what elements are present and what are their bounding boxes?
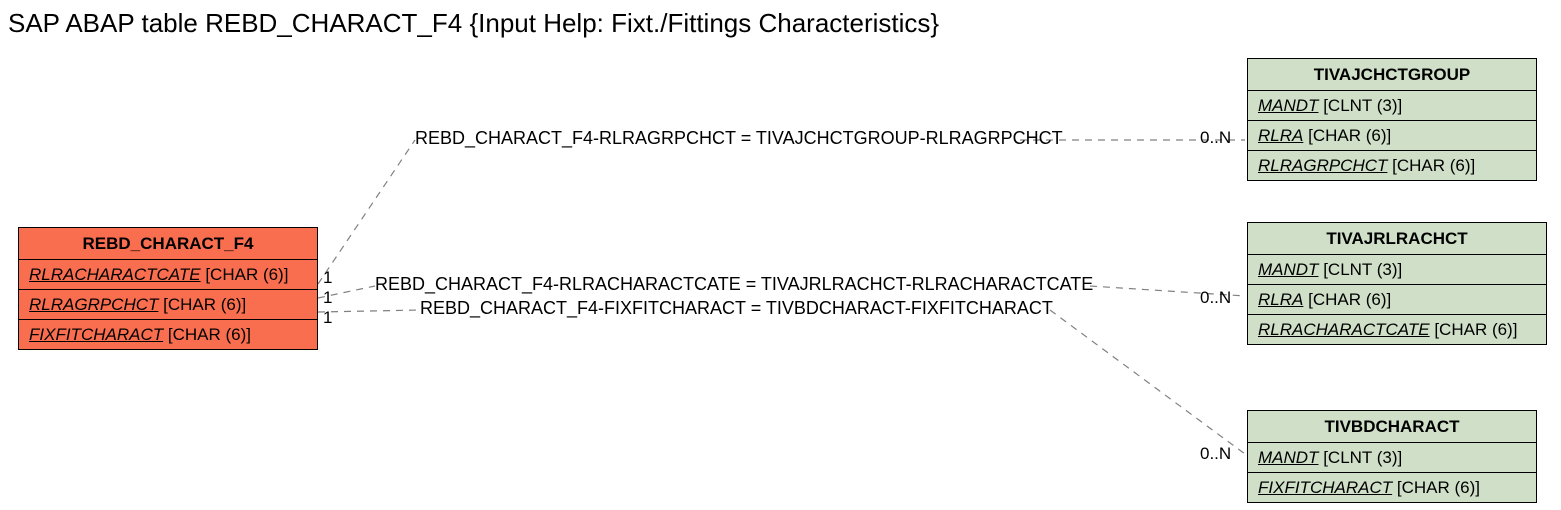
field-type: [CHAR (6)] — [1397, 478, 1480, 497]
cardinality-right: 0..N — [1200, 444, 1231, 464]
field-name: FIXFITCHARACT — [1258, 478, 1392, 497]
entity-field: FIXFITCHARACT [CHAR (6)] — [19, 320, 317, 349]
field-type: [CLNT (3)] — [1323, 260, 1402, 279]
entity-field: MANDT [CLNT (3)] — [1248, 91, 1536, 121]
entity-tivbdcharact: TIVBDCHARACT MANDT [CLNT (3)] FIXFITCHAR… — [1247, 410, 1537, 503]
entity-header: TIVAJRLRACHCT — [1248, 223, 1546, 255]
entity-header: REBD_CHARACT_F4 — [19, 228, 317, 260]
field-type: [CLNT (3)] — [1323, 96, 1402, 115]
entity-field: RLRACHARACTCATE [CHAR (6)] — [19, 260, 317, 290]
field-type: [CHAR (6)] — [163, 295, 246, 314]
entity-field: RLRA [CHAR (6)] — [1248, 121, 1536, 151]
entity-field: MANDT [CLNT (3)] — [1248, 255, 1546, 285]
field-type: [CHAR (6)] — [168, 325, 251, 344]
diagram-canvas: SAP ABAP table REBD_CHARACT_F4 {Input He… — [0, 0, 1561, 510]
field-name: RLRAGRPCHCT — [29, 295, 158, 314]
field-name: MANDT — [1258, 96, 1318, 115]
field-type: [CHAR (6)] — [1308, 290, 1391, 309]
cardinality-right: 0..N — [1200, 128, 1231, 148]
field-name: RLRACHARACTCATE — [29, 265, 201, 284]
field-type: [CLNT (3)] — [1323, 448, 1402, 467]
relation-label: REBD_CHARACT_F4-RLRAGRPCHCT = TIVAJCHCTG… — [415, 128, 1063, 149]
field-name: RLRA — [1258, 290, 1303, 309]
relation-label: REBD_CHARACT_F4-FIXFITCHARACT = TIVBDCHA… — [420, 298, 1053, 319]
cardinality-left: 1 — [323, 268, 332, 288]
page-title: SAP ABAP table REBD_CHARACT_F4 {Input He… — [8, 8, 939, 39]
entity-header: TIVBDCHARACT — [1248, 411, 1536, 443]
field-name: FIXFITCHARACT — [29, 325, 163, 344]
field-type: [CHAR (6)] — [1308, 126, 1391, 145]
field-type: [CHAR (6)] — [1434, 320, 1517, 339]
entity-field: RLRACHARACTCATE [CHAR (6)] — [1248, 315, 1546, 344]
entity-field: RLRAGRPCHCT [CHAR (6)] — [1248, 151, 1536, 180]
cardinality-left: 1 — [323, 308, 332, 328]
field-name: MANDT — [1258, 448, 1318, 467]
field-type: [CHAR (6)] — [205, 265, 288, 284]
cardinality-right: 0..N — [1200, 288, 1231, 308]
relation-label: REBD_CHARACT_F4-RLRACHARACTCATE = TIVAJR… — [375, 274, 1093, 295]
entity-field: MANDT [CLNT (3)] — [1248, 443, 1536, 473]
entity-rebd-charact-f4: REBD_CHARACT_F4 RLRACHARACTCATE [CHAR (6… — [18, 227, 318, 350]
cardinality-left: 1 — [323, 288, 332, 308]
field-name: MANDT — [1258, 260, 1318, 279]
entity-field: RLRA [CHAR (6)] — [1248, 285, 1546, 315]
entity-tivajrlrachct: TIVAJRLRACHCT MANDT [CLNT (3)] RLRA [CHA… — [1247, 222, 1547, 345]
entity-header: TIVAJCHCTGROUP — [1248, 59, 1536, 91]
entity-field: FIXFITCHARACT [CHAR (6)] — [1248, 473, 1536, 502]
field-name: RLRA — [1258, 126, 1303, 145]
field-name: RLRACHARACTCATE — [1258, 320, 1430, 339]
entity-tivajchctgroup: TIVAJCHCTGROUP MANDT [CLNT (3)] RLRA [CH… — [1247, 58, 1537, 181]
entity-field: RLRAGRPCHCT [CHAR (6)] — [19, 290, 317, 320]
field-name: RLRAGRPCHCT — [1258, 156, 1387, 175]
field-type: [CHAR (6)] — [1392, 156, 1475, 175]
